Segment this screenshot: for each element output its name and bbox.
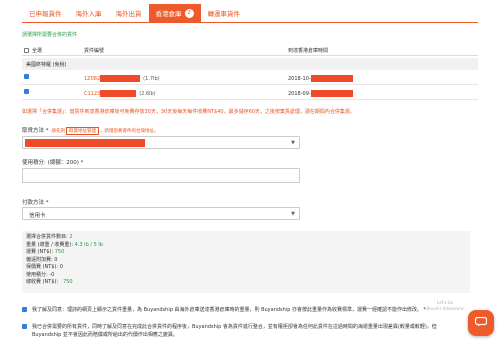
points-input[interactable] (22, 168, 300, 183)
summary-points: 使用積分: -0 (26, 272, 466, 280)
tab-count-badge: 2 (184, 8, 194, 18)
redacted-date (310, 90, 353, 97)
checkbox-checked[interactable] (24, 74, 29, 79)
arrival-cell: 2018-10- (288, 75, 353, 82)
row-checkbox[interactable] (24, 74, 32, 80)
summary-total-label: 總收費 (NT$)： (26, 279, 62, 285)
agreement-text: 我已合併需要的所有貨件，同時了解及同意在完成此合併貨件的程序後，Buyandsh… (32, 324, 437, 338)
watermark-line: Bruce's Adventure (426, 306, 464, 311)
agreement-weight[interactable]: 我了解及同意：理詩的網頁上顯示之貨件重量，為 Buyandship 由海外倉庫送… (22, 306, 462, 314)
summary-surcharge-value: 0 (54, 256, 58, 263)
redacted-selected-pickup (25, 139, 145, 147)
summary-total-value: 750 (63, 279, 73, 285)
arrival-date: 2018-09- (288, 91, 311, 97)
group-row-label: 美國終特羅 (免稅) (22, 58, 478, 70)
pickup-label-row: 取貨方法 * 請先到 取貨地址管理 ，新增您要寄件的台灣地址。 (22, 126, 159, 135)
row-checkbox[interactable] (24, 89, 32, 95)
arrival-cell: 2018-09- (288, 90, 353, 97)
col-tracking-header: 貨件編號 (84, 48, 105, 54)
arrival-date: 2018-10- (288, 76, 311, 82)
summary-insurance: 保價費 (NT$): 0 (26, 264, 466, 272)
tab-label: 海外入庫 (75, 10, 102, 18)
summary-weight-label: 重量 (總重 / 收費重): (26, 241, 74, 248)
watermark: Let's Go Bruce's Adventure (424, 300, 466, 312)
tracking-number: 1Z082 (84, 76, 101, 82)
checkbox-checked[interactable] (24, 89, 29, 94)
agreement-text: 我了解及同意：理詩的網頁上顯示之貨件重量，為 Buyandship 由海外倉庫送… (32, 307, 427, 313)
summary-total: 總收費 (NT$)： 750 (26, 279, 466, 287)
summary-shipping-label: 運費 (NT$): (26, 249, 54, 255)
order-summary: 選擇合併貨件數目: 2 重量 (總重 / 收費重): 4.3 lb / 5 lb… (22, 231, 470, 293)
summary-insurance-value: 0 (59, 264, 63, 270)
chevron-down-icon: ▼ (291, 140, 295, 146)
tracking-cell[interactable]: C1123 (2.6lb) (84, 90, 156, 97)
chat-button[interactable] (468, 310, 494, 336)
tab-label: 海外出貨 (115, 10, 142, 18)
tab-declared[interactable]: 已申報貨件 (22, 4, 69, 22)
storage-notice: 如選擇「合併集運」：當貨件到達香港倉庫後可免費存放30天，30天後每天每件收費N… (22, 109, 355, 115)
redacted-tracking (100, 90, 137, 97)
tab-overseas-inbound[interactable]: 海外入庫 (69, 4, 109, 22)
tab-bar: 已申報貨件 海外入庫 海外出貨 香港倉庫 2 轉運車貨件 (22, 4, 247, 22)
tracking-number: C1123 (84, 91, 101, 97)
tab-label: 香港倉庫 (155, 10, 182, 18)
summary-shipping-value: 750 (54, 249, 65, 255)
redacted-date (310, 75, 353, 82)
section-title: 請選擇所需要合併的貨件 (22, 32, 78, 38)
tab-label: 已申報貨件 (29, 10, 62, 18)
package-weight: (2.6lb) (139, 91, 156, 97)
redacted-tracking (100, 75, 141, 82)
summary-count-value: 2 (69, 234, 73, 240)
agreement-consolidation[interactable]: 我已合併需要的所有貨件，同時了解及同意在完成此合併貨件的程序後，Buyandsh… (22, 323, 462, 339)
tab-transfer[interactable]: 轉運車貨件 (201, 4, 248, 22)
pickup-hint: 請先到 取貨地址管理 ，新增您要寄件的台灣地址。 (51, 127, 159, 135)
summary-points-label: 使用積分: (26, 271, 48, 278)
pickup-method-select[interactable]: ▼ (22, 136, 300, 149)
summary-insurance-label: 保價費 (NT$): (26, 264, 59, 270)
payment-label: 付款方法 * (22, 200, 49, 206)
tab-underline (22, 22, 478, 23)
summary-shipping: 運費 (NT$): 750 (26, 249, 466, 257)
tab-overseas-outbound[interactable]: 海外出貨 (109, 4, 149, 22)
chevron-down-icon: ▼ (291, 211, 295, 217)
summary-surcharge: 偏遠附加費: 0 (26, 257, 466, 265)
table-row: C1123 (2.6lb) 2018-09- (22, 86, 478, 100)
chat-bubble-icon (475, 317, 487, 327)
hint-suffix: ，新增您要寄件的台灣地址。 (100, 129, 159, 134)
payment-selected-value: 信用卡 (29, 213, 46, 219)
summary-surcharge-label: 偏遠附加費: (26, 256, 53, 263)
hint-prefix: 請先到 (51, 129, 66, 134)
payment-method-select[interactable]: 信用卡 ▼ (22, 207, 300, 220)
points-label: 使用積分: (總額：200) * (22, 160, 84, 166)
agreement-checkbox[interactable] (22, 324, 27, 329)
address-management-link[interactable]: 取貨地址管理 (66, 127, 99, 135)
summary-points-value: -0 (49, 271, 55, 278)
summary-count: 選擇合併貨件數目: 2 (26, 234, 466, 242)
summary-weight: 重量 (總重 / 收費重): 4.3 lb / 5 lb (26, 242, 466, 250)
package-weight: (1.7lb) (143, 76, 160, 82)
col-arrival-header: 到達香港倉庫時間 (288, 48, 329, 54)
select-all-checkbox[interactable] (24, 48, 29, 53)
table-row: 1Z082 (1.7lb) 2018-10- (22, 71, 478, 85)
pickup-label: 取貨方法 * (22, 128, 49, 134)
tracking-cell[interactable]: 1Z082 (1.7lb) (84, 75, 160, 82)
tab-label: 轉運車貨件 (207, 10, 241, 18)
select-all[interactable]: 全選 (24, 47, 42, 54)
summary-count-label: 選擇合併貨件數目: (26, 234, 68, 240)
summary-weight-value: 4.3 lb / 5 lb (74, 241, 103, 248)
table-header: 全選 貨件編號 到達香港倉庫時間 (22, 43, 478, 56)
select-all-label: 全選 (32, 48, 43, 54)
tab-hk-warehouse[interactable]: 香港倉庫 2 (148, 4, 201, 22)
agreement-checkbox[interactable] (22, 307, 27, 312)
